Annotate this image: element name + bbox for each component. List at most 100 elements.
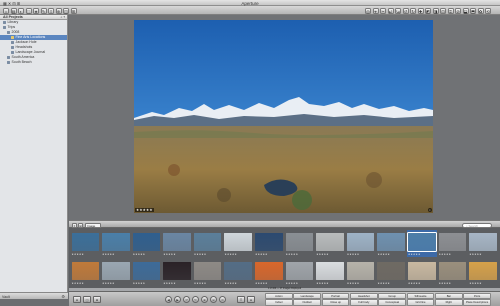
toolbar-left-button[interactable]: ⬚ <box>25 7 32 14</box>
keyword-button[interactable]: Action <box>265 292 293 299</box>
list-view-button[interactable]: ≡ <box>72 222 77 228</box>
keyword-button[interactable]: Indoor <box>265 299 293 306</box>
thumbnail[interactable]: ★★★★★ <box>284 259 315 286</box>
thumbnail-rating[interactable]: ★★★★★ <box>224 281 237 285</box>
info-icon[interactable]: i <box>428 208 432 212</box>
toolbar-right-button[interactable]: ⬒ <box>470 7 476 14</box>
thumbnail-rating[interactable]: ★★★★★ <box>163 281 176 285</box>
keyword-button[interactable]: Portrait <box>321 292 350 299</box>
toolbar-left-button[interactable]: ⇧ <box>48 7 54 14</box>
mode-button[interactable]: ☰ <box>237 295 245 303</box>
nav-button[interactable]: ⊕ <box>201 295 208 303</box>
nav-button[interactable]: ◀ <box>165 295 172 303</box>
thumbnail-rating[interactable]: ★★★★★ <box>102 281 115 285</box>
toolbar-right-button[interactable]: ◩ <box>425 7 431 14</box>
thumbnail-rating[interactable]: ★★★★★ <box>286 252 299 256</box>
thumbnail[interactable]: ★★★★★ <box>284 230 315 257</box>
nav-button[interactable]: ↺ <box>183 295 190 303</box>
toolbar-left-button[interactable]: ◫ <box>63 7 69 14</box>
thumbnail[interactable]: ★★★★★ <box>468 259 499 286</box>
nav-button[interactable]: ⊙ <box>219 295 226 303</box>
thumbnail-rating[interactable]: ★★★★★ <box>286 281 299 285</box>
thumbnail[interactable]: ★★★★★ <box>315 259 346 286</box>
thumbnail-rating[interactable]: ★★★★★ <box>408 281 421 285</box>
keyword-button[interactable]: Outdoor <box>293 299 322 306</box>
keyword-button[interactable]: Close up <box>321 299 350 306</box>
thumbnail-rating[interactable]: ★★★★★ <box>439 281 452 285</box>
thumbnail[interactable]: ★★★★★ <box>162 259 193 286</box>
thumbnail-rating[interactable]: ★★★★★ <box>316 252 329 256</box>
thumbnail[interactable]: ★★★★★ <box>101 259 132 286</box>
thumbnail[interactable]: ★★★★★ <box>223 259 254 286</box>
thumbnail-rating[interactable]: ★★★★★ <box>72 281 85 285</box>
layout-button[interactable]: ◫ <box>83 295 91 303</box>
toolbar-right-button[interactable]: ✚ <box>417 7 424 14</box>
keyword-button[interactable]: Right <box>434 299 463 306</box>
thumbnail[interactable]: ★★★★★ <box>70 259 101 286</box>
thumbnail[interactable]: ★★★★★ <box>131 259 162 286</box>
keyword-button[interactable]: Landscape <box>293 292 322 299</box>
toolbar-right-button[interactable]: ⤾ <box>387 7 394 14</box>
thumbnail-rating[interactable]: ★★★★★ <box>194 252 207 256</box>
thumbnail[interactable]: ★★★★★ <box>101 230 132 257</box>
thumbnail[interactable]: ★★★★★ <box>192 259 223 286</box>
rating-overlay[interactable]: ★★★★★ <box>135 208 154 212</box>
project-item[interactable]: South Beach <box>0 60 67 65</box>
keyword-button[interactable]: Grid line <box>406 299 435 306</box>
thumbnail-rating[interactable]: ★★★★★ <box>347 252 360 256</box>
thumbnail-rating[interactable]: ★★★★★ <box>347 281 360 285</box>
thumbnail[interactable]: ★★★★★ <box>254 230 285 257</box>
thumbnail[interactable]: ★★★★★ <box>223 230 254 257</box>
nav-button[interactable]: ⊖ <box>210 295 217 303</box>
toolbar-left-button[interactable]: ★ <box>33 7 39 14</box>
toolbar-left-button[interactable]: ◐ <box>18 7 24 14</box>
thumbnail-rating[interactable]: ★★★★★ <box>469 252 482 256</box>
toolbar-right-button[interactable]: ↻ <box>410 7 416 14</box>
thumbnail[interactable]: ★★★★★ <box>437 259 468 286</box>
thumbnail-rating[interactable]: ★★★★★ <box>224 252 237 256</box>
thumbnail-rating[interactable]: ★★★★★ <box>377 252 390 256</box>
thumbnail[interactable]: ★★★★★ <box>345 230 376 257</box>
thumbnail-rating[interactable]: ★★★★★ <box>255 281 268 285</box>
layout-button[interactable]: ⊟ <box>73 295 81 303</box>
toolbar-right-button[interactable]: ⌗ <box>447 7 454 14</box>
vault-label[interactable]: Vault <box>2 295 10 299</box>
thumbnail[interactable]: ★★★★★ <box>70 230 101 257</box>
toolbar-right-button[interactable]: ⊡ <box>440 7 446 14</box>
thumbnail[interactable]: ★★★★★ <box>131 230 162 257</box>
toolbar-right-button[interactable]: ⤿ <box>395 7 401 14</box>
sort-select[interactable]: Image Date <box>85 222 101 232</box>
thumbnail-rating[interactable]: ★★★★★ <box>408 252 421 256</box>
nav-button[interactable]: ▶ <box>174 295 181 303</box>
thumbnail[interactable]: ★★★★★ <box>162 230 193 257</box>
thumbnail-rating[interactable]: ★★★★★ <box>133 252 146 256</box>
thumbnail[interactable]: ★★★★★ <box>315 230 346 257</box>
mode-button[interactable]: ⊟ <box>247 295 255 303</box>
thumbnail-rating[interactable]: ★★★★★ <box>255 252 268 256</box>
thumbnail[interactable]: ★★★★★ <box>345 259 376 286</box>
gear-icon[interactable]: ⚙ <box>61 294 65 299</box>
thumbnail[interactable]: ★★★★★ <box>376 230 407 257</box>
toolbar-left-button[interactable]: ✎ <box>40 7 47 14</box>
toolbar-right-button[interactable]: ⬓ <box>462 7 469 14</box>
keyword-button[interactable]: Group <box>378 292 407 299</box>
toolbar-right-button[interactable]: ⟲ <box>485 7 491 14</box>
nav-button[interactable]: ↻ <box>192 295 199 303</box>
toolbar-left-button[interactable]: ⊞ <box>70 7 77 14</box>
thumbnail[interactable]: ★★★★★ <box>192 230 223 257</box>
thumbnail[interactable]: ★★★★★ <box>254 259 285 286</box>
thumbnail[interactable]: ★★★★★ <box>407 259 438 286</box>
thumbnail-rating[interactable]: ★★★★★ <box>102 252 115 256</box>
thumbnail-rating[interactable]: ★★★★★ <box>194 281 207 285</box>
toolbar-right-button[interactable]: ✂ <box>380 7 386 14</box>
toolbar-left-button[interactable]: ▤ <box>10 7 17 14</box>
keyword-button[interactable]: Full body <box>349 299 378 306</box>
toolbar-left-button[interactable]: ⊕ <box>55 7 62 14</box>
toolbar-right-button[interactable]: ✿ <box>477 7 484 14</box>
thumbnail-rating[interactable]: ★★★★★ <box>439 252 452 256</box>
toolbar-left-button[interactable]: ⌂ <box>3 7 9 14</box>
main-photo[interactable]: ★★★★★ i <box>134 20 433 213</box>
toolbar-right-button[interactable]: ◎ <box>365 7 371 14</box>
keyword-button[interactable]: Silhouette <box>406 292 435 299</box>
thumbnail-rating[interactable]: ★★★★★ <box>72 252 85 256</box>
